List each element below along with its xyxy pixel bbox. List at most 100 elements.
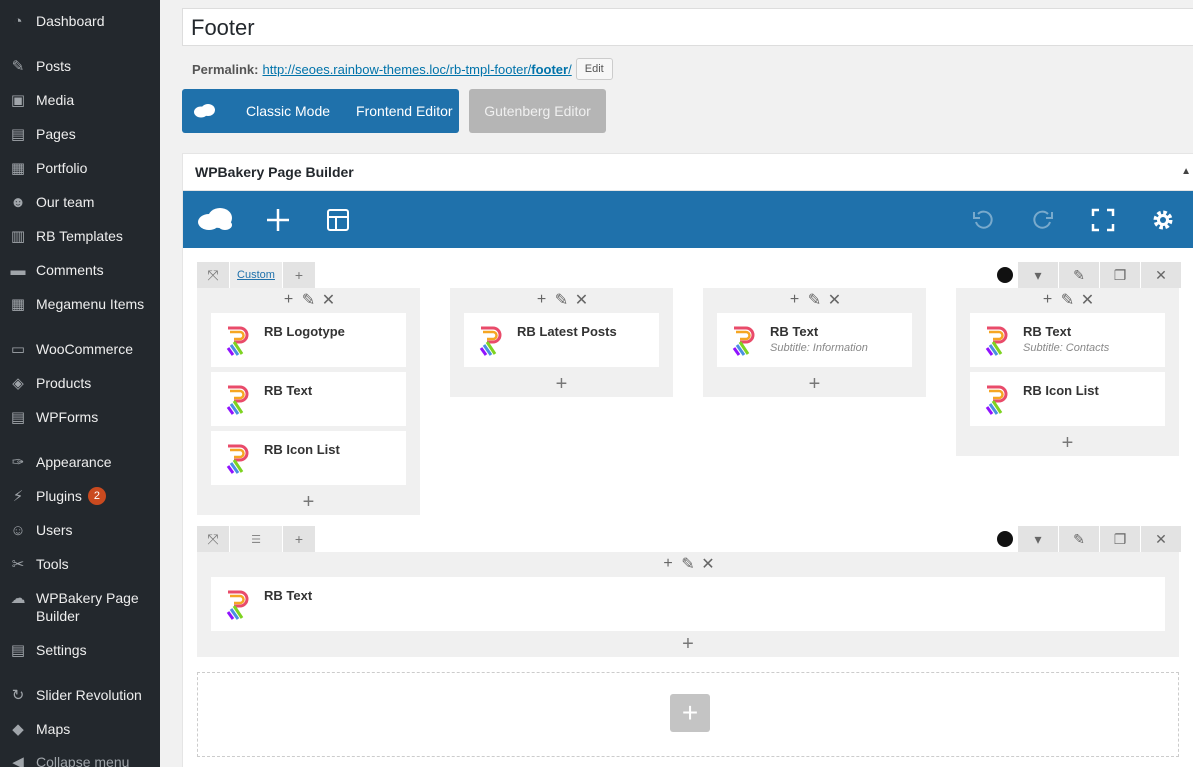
settings-gear-icon[interactable]: [1148, 205, 1178, 235]
row-add-column-icon[interactable]: +: [283, 526, 315, 552]
sidebar-item-pages[interactable]: ▤ Pages: [0, 125, 160, 143]
row-add-column-icon[interactable]: +: [283, 262, 315, 288]
post-title-input[interactable]: Footer: [182, 8, 1193, 46]
sidebar-item-portfolio[interactable]: ▦ Portfolio: [0, 159, 160, 177]
column-add-icon[interactable]: +: [535, 291, 549, 308]
row-edit-icon[interactable]: ✎: [1059, 526, 1099, 552]
sidebar-item-collapse-menu[interactable]: ◀ Collapse menu: [0, 753, 160, 767]
permalink-link[interactable]: http://seoes.rainbow-themes.loc/rb-tmpl-…: [262, 62, 571, 77]
forms-icon: ▤: [10, 409, 26, 426]
element-rb-icon-list[interactable]: RB Icon List: [970, 372, 1165, 426]
sidebar-item-label: Appearance: [36, 454, 112, 470]
sidebar-item-plugins[interactable]: ⚡ Plugins 2: [0, 487, 160, 505]
woo-icon: ▭: [10, 341, 26, 358]
sidebar-item-tools[interactable]: ✂ Tools: [0, 555, 160, 573]
sidebar-item-comments[interactable]: ▬ Comments: [0, 261, 160, 279]
element-rb-text[interactable]: RB Text Subtitle: Information: [717, 313, 912, 367]
collapse-arrow-icon[interactable]: ▲: [1181, 166, 1191, 177]
sidebar-item-settings[interactable]: ▤ Settings: [0, 641, 160, 659]
sidebar-item-media[interactable]: ▣ Media: [0, 91, 160, 109]
sidebar-item-label: Portfolio: [36, 160, 88, 176]
element-rb-text[interactable]: RB Text: [211, 372, 406, 426]
column-add-element-icon[interactable]: +: [450, 373, 673, 395]
permalink-edit-button[interactable]: Edit: [575, 58, 613, 80]
column-add-icon[interactable]: +: [661, 555, 675, 572]
dashboard-icon: ◔: [13, 12, 23, 30]
add-element-icon[interactable]: [263, 205, 293, 235]
sidebar-item-label: Collapse menu: [36, 754, 130, 767]
sidebar-item-dashboard[interactable]: ◔ Dashboard: [0, 12, 160, 30]
sidebar-item-our-team[interactable]: ☻ Our team: [0, 193, 160, 211]
sidebar-item-label: Maps: [36, 721, 71, 737]
row-layout-custom[interactable]: Custom: [230, 262, 282, 288]
sidebar-item-maps[interactable]: ◆ Maps: [0, 720, 160, 738]
settings-icon: ▤: [10, 642, 26, 659]
element-rb-text[interactable]: RB Text Subtitle: Contacts: [970, 313, 1165, 367]
row-toggle-icon[interactable]: ▾: [1018, 526, 1058, 552]
add-row-button[interactable]: +: [670, 694, 710, 732]
row-drag-icon[interactable]: ⤧: [197, 262, 229, 288]
team-icon: ☻: [10, 193, 26, 211]
column-delete-icon[interactable]: ✕: [828, 292, 842, 309]
row-delete-icon[interactable]: ✕: [1141, 262, 1181, 288]
column-add-element-icon[interactable]: +: [197, 491, 420, 513]
element-rb-icon-list[interactable]: RB Icon List: [211, 431, 406, 485]
column-edit-icon[interactable]: ✎: [302, 292, 316, 309]
column-edit-icon[interactable]: ✎: [555, 292, 569, 309]
row-color-dot[interactable]: [997, 531, 1013, 547]
classic-mode-button[interactable]: Classic Mode: [246, 103, 330, 119]
wpbakery-logo-icon[interactable]: [197, 205, 233, 235]
column-add-element-icon[interactable]: +: [956, 432, 1179, 454]
sidebar-item-label: Media: [36, 92, 75, 108]
sidebar-item-slider-revolution[interactable]: ↻ Slider Revolution: [0, 686, 160, 704]
undo-icon[interactable]: [968, 205, 998, 235]
row-edit-icon[interactable]: ✎: [1059, 262, 1099, 288]
column-add-icon[interactable]: +: [788, 291, 802, 308]
sidebar-item-woocommerce[interactable]: ▭ WooCommerce: [0, 340, 160, 358]
column-delete-icon[interactable]: ✕: [701, 556, 715, 573]
redo-icon[interactable]: [1028, 205, 1058, 235]
column-edit-icon[interactable]: ✎: [1061, 292, 1075, 309]
row-clone-icon[interactable]: ❐: [1100, 262, 1140, 288]
column-edit-icon[interactable]: ✎: [808, 292, 822, 309]
column-edit-icon[interactable]: ✎: [681, 556, 695, 573]
sidebar-item-wpforms[interactable]: ▤ WPForms: [0, 408, 160, 426]
column-delete-icon[interactable]: ✕: [322, 292, 336, 309]
rb-logo-icon: [225, 443, 253, 475]
templates-icon[interactable]: [323, 205, 353, 235]
row-drag-icon[interactable]: ⤧: [197, 526, 229, 552]
column-add-element-icon[interactable]: +: [703, 373, 926, 395]
column-add-icon[interactable]: +: [282, 291, 296, 308]
column-delete-icon[interactable]: ✕: [575, 292, 589, 309]
sidebar-item-rb-templates[interactable]: ▥ RB Templates: [0, 227, 160, 245]
element-title: RB Icon List: [1023, 383, 1099, 398]
row-toggle-icon[interactable]: ▾: [1018, 262, 1058, 288]
sidebar-item-products[interactable]: ◈ Products: [0, 374, 160, 392]
rb-logo-icon: [225, 325, 253, 357]
column-delete-icon[interactable]: ✕: [1081, 292, 1095, 309]
sidebar-item-wpbakery-page-builder[interactable]: ☁ WPBakery Page Builder: [0, 589, 160, 625]
sidebar-item-users[interactable]: ☺ Users: [0, 521, 160, 539]
column-add-icon[interactable]: +: [1041, 291, 1055, 308]
element-rb-latest-posts[interactable]: RB Latest Posts: [464, 313, 659, 367]
rb-logo-icon: [731, 325, 759, 357]
sidebar-item-label: Megamenu Items: [36, 296, 145, 312]
element-title: RB Text: [770, 324, 819, 339]
fullscreen-icon[interactable]: [1088, 205, 1118, 235]
calendar-icon: ▥: [10, 228, 26, 245]
frontend-editor-button[interactable]: Frontend Editor: [356, 103, 453, 119]
column-controls: + ✎ ✕: [956, 288, 1179, 312]
element-rb-logotype[interactable]: RB Logotype: [211, 313, 406, 367]
element-rb-text[interactable]: RB Text: [211, 577, 1165, 631]
row-delete-icon[interactable]: ✕: [1141, 526, 1181, 552]
builder-header[interactable]: WPBakery Page Builder ▲: [183, 154, 1193, 191]
row-clone-icon[interactable]: ❐: [1100, 526, 1140, 552]
sidebar-item-megamenu-items[interactable]: ▦ Megamenu Items: [0, 295, 160, 313]
row-color-dot[interactable]: [997, 267, 1013, 283]
row-layout-icon[interactable]: ☰: [230, 526, 282, 552]
sidebar-item-posts[interactable]: ✎ Posts: [0, 57, 160, 75]
gutenberg-editor-button[interactable]: Gutenberg Editor: [469, 89, 606, 133]
column-add-element-icon[interactable]: +: [197, 633, 1179, 655]
user-icon: ☺: [10, 521, 26, 539]
sidebar-item-appearance[interactable]: ✑ Appearance: [0, 453, 160, 471]
